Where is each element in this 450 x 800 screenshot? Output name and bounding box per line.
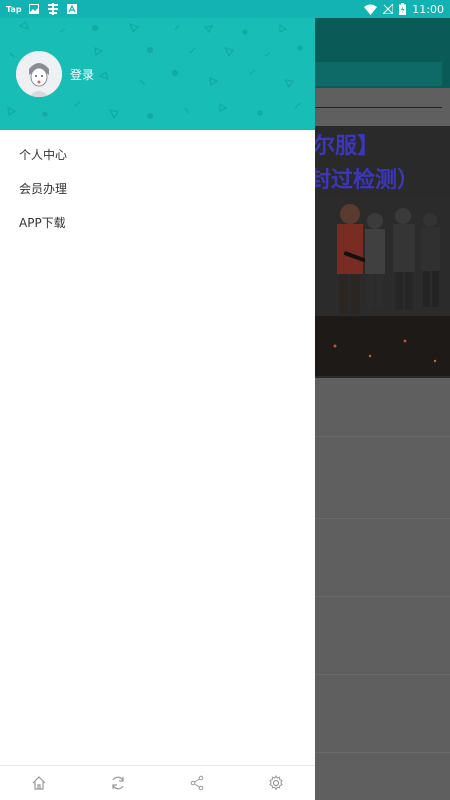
status-time: 11:00 [412,2,444,16]
home-button[interactable] [19,768,59,798]
user-avatar[interactable] [16,51,62,97]
battery-icon [399,3,407,15]
background-divider [315,107,442,108]
status-right: 11:00 [364,3,444,16]
background-separator [315,674,450,675]
settings-button[interactable] [256,768,296,798]
status-bar: Tap 11:00 [0,0,450,18]
navigation-drawer: 登录 个人中心 会员办理 APP下载 [0,18,315,800]
drawer-header: 登录 [0,18,315,130]
no-signal-icon [382,2,394,15]
drawer-menu: 个人中心 会员办理 APP下载 [0,130,315,240]
menu-item-membership[interactable]: 会员办理 [0,172,315,206]
home-icon [32,776,46,790]
background-search-bar [315,62,442,86]
banner-title-line2: 封过检测） [315,168,420,193]
background-separator [315,752,450,753]
banner-title-line1: 尔服】 [315,134,380,159]
banner-soldiers-image [315,196,450,376]
settings-icon [268,775,283,791]
menu-item-personal-center[interactable]: 个人中心 [0,138,315,172]
background-app[interactable]: 尔服】 封过检测） [315,18,450,800]
default-avatar-icon [16,51,62,97]
background-separator [315,518,450,519]
drawer-bottom-bar [0,765,315,800]
background-separator [315,436,450,437]
status-app-label: Tap [6,4,22,14]
app-notification-icon [46,3,60,15]
share-icon [190,775,204,791]
refresh-button[interactable] [98,768,138,798]
status-left: Tap [6,3,77,15]
background-separator [315,596,450,597]
refresh-icon [112,776,124,790]
image-notification-icon [28,4,39,14]
login-link[interactable]: 登录 [70,66,94,83]
menu-item-app-download[interactable]: APP下载 [0,206,315,240]
wifi-icon [364,4,378,15]
background-banner: 尔服】 封过检测） [315,126,450,378]
a-notification-icon [66,4,77,14]
share-button[interactable] [177,768,217,798]
